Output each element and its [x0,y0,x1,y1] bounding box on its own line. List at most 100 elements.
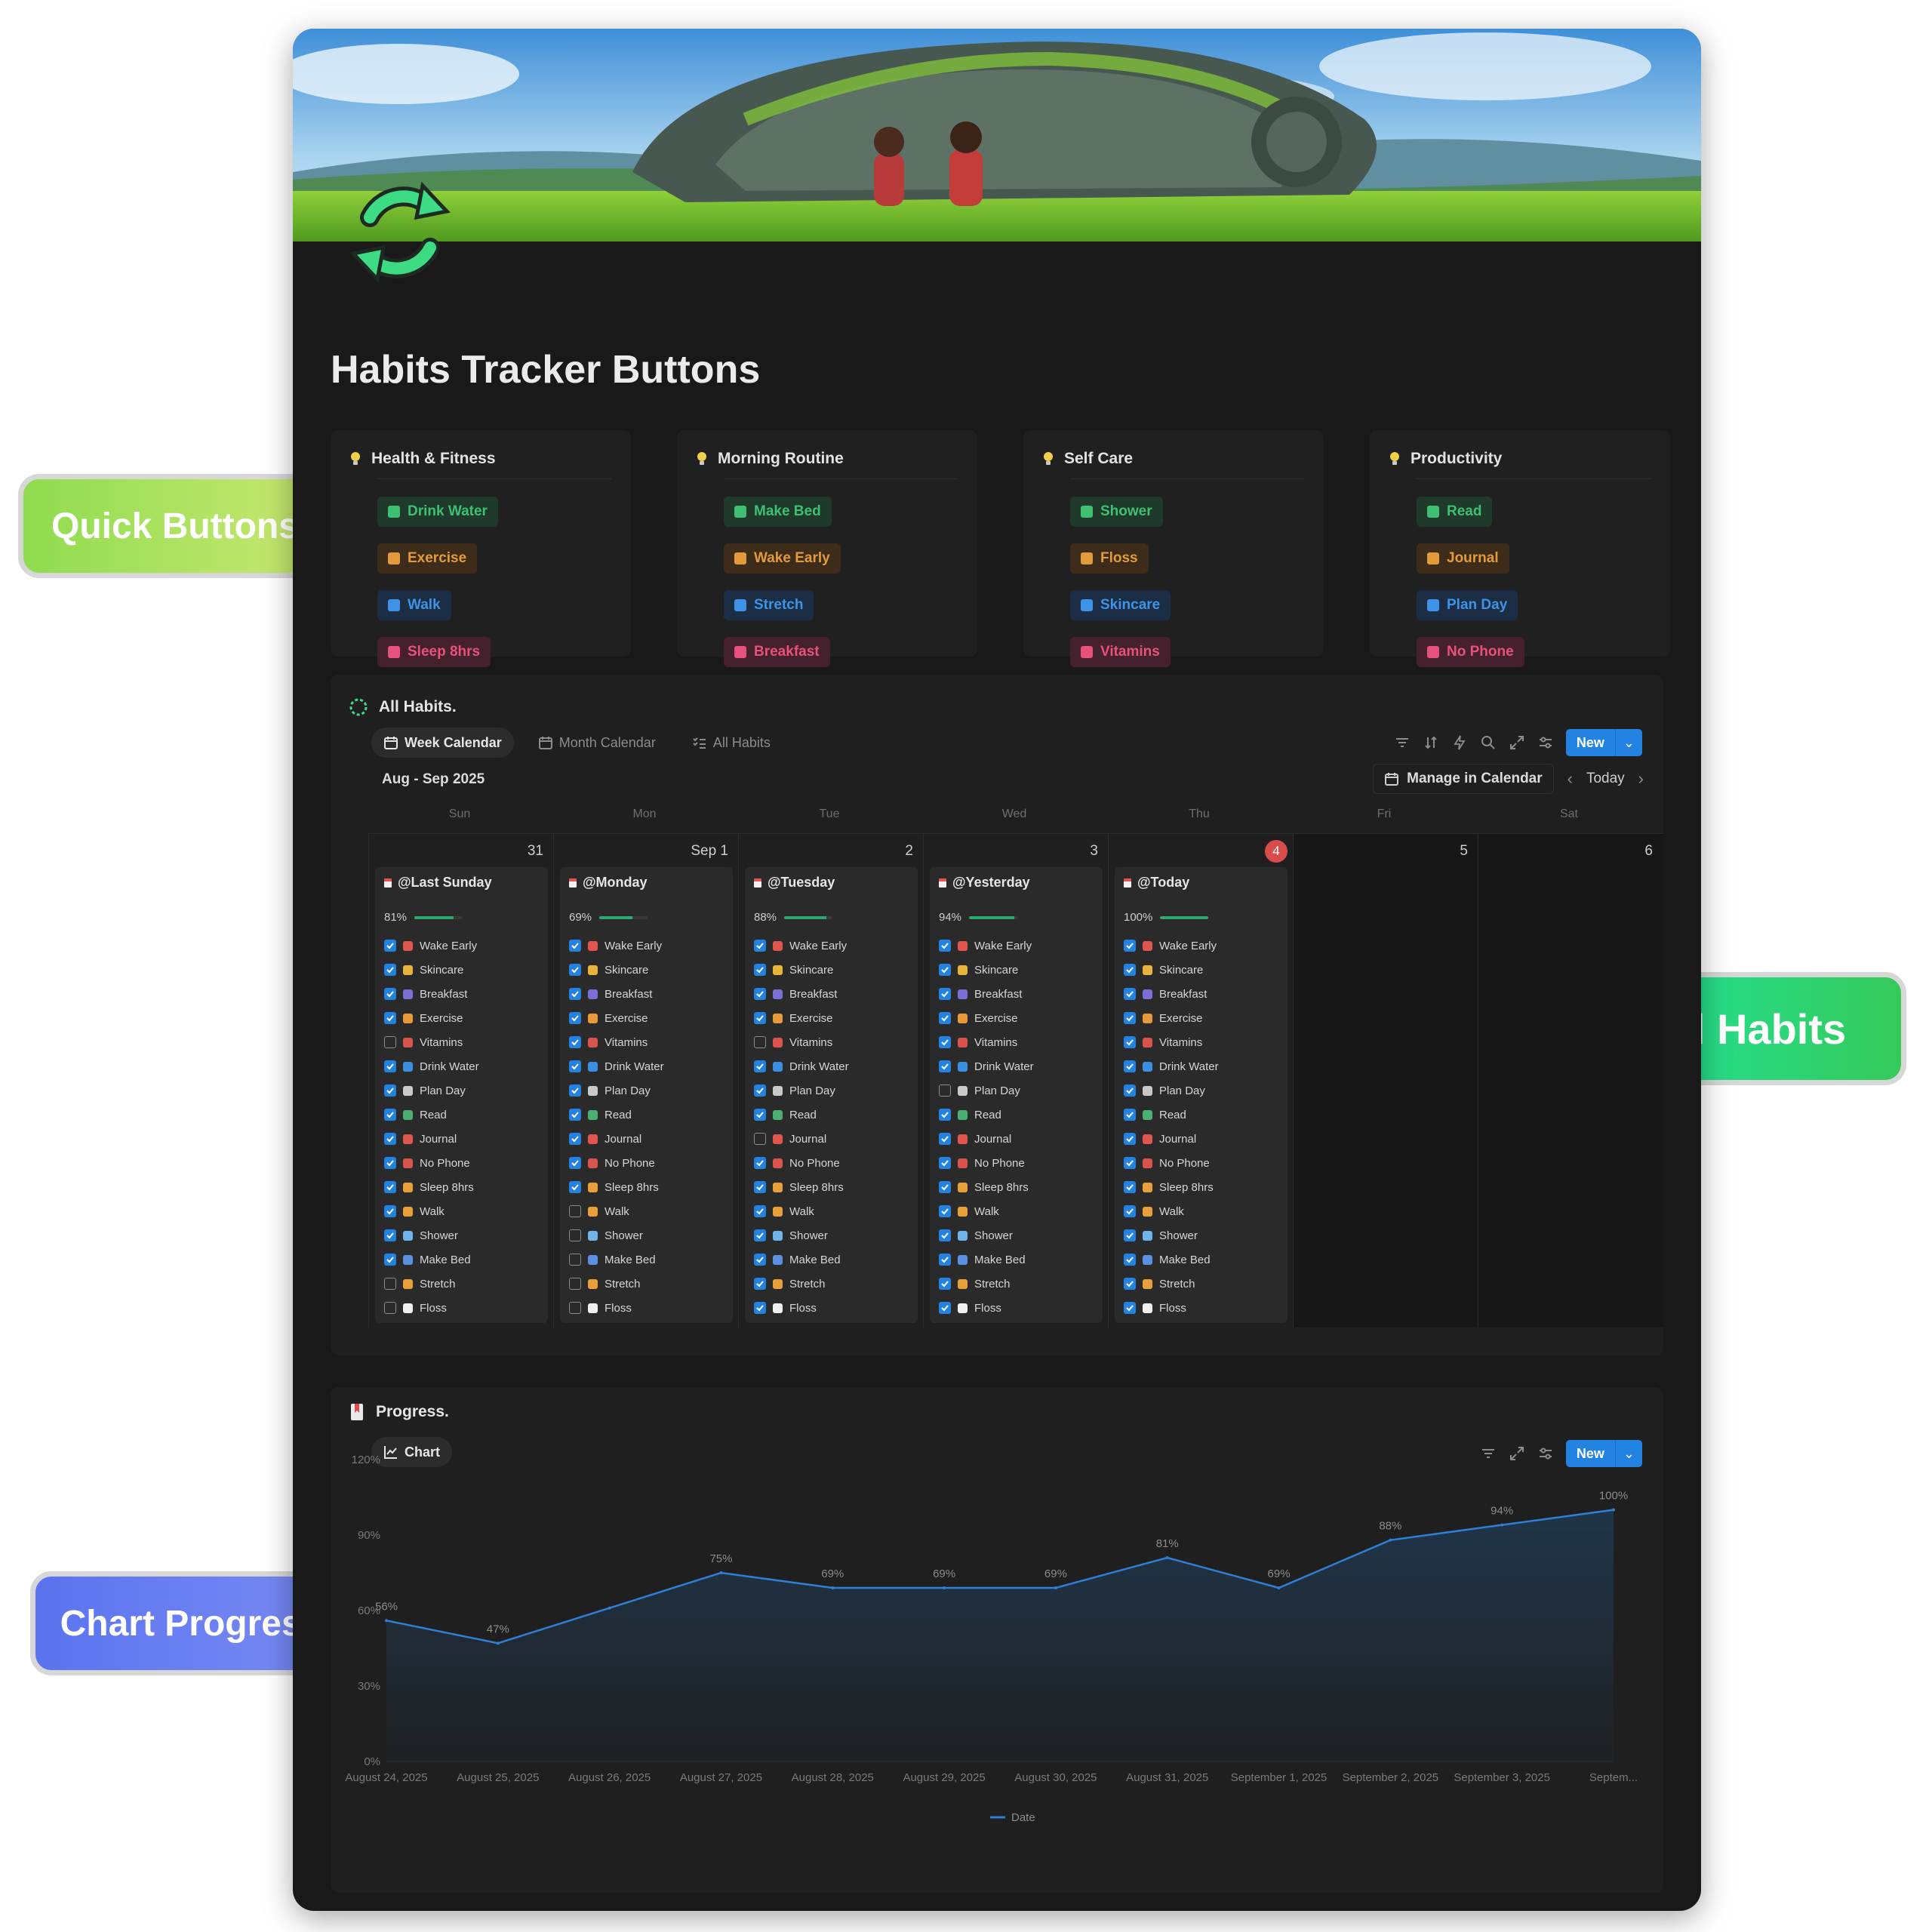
habit-checkbox[interactable] [384,988,396,1000]
daily-habit-card[interactable]: @Last Sunday 81% Wake Early Skincare Breakfa… [375,867,548,1323]
habit-checkbox[interactable] [754,1181,766,1193]
settings-sliders-icon[interactable] [1537,734,1554,751]
habit-checkbox[interactable] [569,1060,581,1072]
data-point[interactable] [496,1641,500,1645]
daily-habit-card[interactable]: @Yesterday 94% Wake Early Skincare Breakfast… [930,867,1103,1323]
habit-checkbox[interactable] [384,1133,396,1145]
habit-checkbox[interactable] [569,1302,581,1314]
habit-checkbox[interactable] [1124,1229,1136,1241]
habit-checkbox[interactable] [754,1302,766,1314]
data-point[interactable] [1165,1556,1169,1559]
new-habit-button[interactable]: New ⌄ [1565,729,1642,756]
habit-checkbox[interactable] [754,1060,766,1072]
habit-checkbox[interactable] [754,1109,766,1121]
habit-checkbox[interactable] [1124,1133,1136,1145]
quick-button-drink-water[interactable]: Drink Water [377,497,498,527]
habit-checkbox[interactable] [754,1012,766,1024]
habit-checkbox[interactable] [569,964,581,976]
habit-checkbox[interactable] [754,964,766,976]
quick-button-vitamins[interactable]: Vitamins [1070,637,1171,667]
habit-checkbox[interactable] [384,1254,396,1266]
habit-checkbox[interactable] [569,988,581,1000]
habit-checkbox[interactable] [1124,940,1136,952]
habit-checkbox[interactable] [569,1133,581,1145]
habit-checkbox[interactable] [939,1254,951,1266]
filter-icon[interactable] [1394,734,1411,751]
quick-button-floss[interactable]: Floss [1070,543,1149,574]
habit-checkbox[interactable] [384,1109,396,1121]
search-icon[interactable] [1480,734,1497,751]
quick-button-breakfast[interactable]: Breakfast [724,637,830,667]
habit-checkbox[interactable] [384,1278,396,1290]
habit-checkbox[interactable] [384,1060,396,1072]
data-point[interactable] [1277,1586,1281,1589]
automation-bolt-icon[interactable] [1451,734,1468,751]
quick-button-wake-early[interactable]: Wake Early [724,543,841,574]
habit-checkbox[interactable] [939,940,951,952]
data-point[interactable] [1054,1586,1057,1589]
habit-checkbox[interactable] [384,964,396,976]
data-point[interactable] [1612,1508,1615,1512]
habit-checkbox[interactable] [1124,1205,1136,1217]
habit-checkbox[interactable] [384,1205,396,1217]
habit-checkbox[interactable] [754,1133,766,1145]
habit-checkbox[interactable] [939,1157,951,1169]
habit-checkbox[interactable] [569,1278,581,1290]
tab-month-calendar[interactable]: Month Calendar [526,728,668,758]
habit-checkbox[interactable] [1124,1181,1136,1193]
habit-checkbox[interactable] [1124,1036,1136,1048]
habit-checkbox[interactable] [939,1302,951,1314]
quick-button-stretch[interactable]: Stretch [724,590,814,620]
habit-checkbox[interactable] [939,1012,951,1024]
habit-checkbox[interactable] [939,1036,951,1048]
calendar-day-cell[interactable]: Sep 1 @Monday 69% Wake Early Skincare Breakfa… [553,834,739,1327]
habit-checkbox[interactable] [754,1254,766,1266]
habit-checkbox[interactable] [569,1229,581,1241]
calendar-day-cell[interactable]: 6 [1478,834,1663,1327]
quick-button-sleep-8hrs[interactable]: Sleep 8hrs [377,637,491,667]
data-point[interactable] [1500,1523,1504,1527]
quick-button-read[interactable]: Read [1417,497,1493,527]
habit-checkbox[interactable] [754,1229,766,1241]
habit-checkbox[interactable] [1124,1254,1136,1266]
habit-checkbox[interactable] [1124,1060,1136,1072]
habit-checkbox[interactable] [569,1205,581,1217]
habit-checkbox[interactable] [384,1302,396,1314]
daily-habit-card[interactable]: @Monday 69% Wake Early Skincare Breakfast Exe… [560,867,733,1323]
habit-checkbox[interactable] [939,1084,951,1097]
habit-checkbox[interactable] [754,1036,766,1048]
data-point[interactable] [943,1586,946,1589]
habit-checkbox[interactable] [1124,1302,1136,1314]
habit-checkbox[interactable] [1124,1278,1136,1290]
habit-checkbox[interactable] [384,1036,396,1048]
habit-checkbox[interactable] [569,1157,581,1169]
sort-icon[interactable] [1423,734,1439,751]
daily-habit-card[interactable]: @Today 100% Wake Early Skincare Breakfast Exe… [1115,867,1287,1323]
quick-button-no-phone[interactable]: No Phone [1417,637,1524,667]
quick-button-skincare[interactable]: Skincare [1070,590,1171,620]
data-point[interactable] [608,1606,611,1610]
quick-button-walk[interactable]: Walk [377,590,451,620]
quick-button-make-bed[interactable]: Make Bed [724,497,832,527]
calendar-day-cell[interactable]: 2 @Tuesday 88% Wake Early Skincare Breakfast E… [738,834,924,1327]
habit-checkbox[interactable] [754,1157,766,1169]
habit-checkbox[interactable] [1124,988,1136,1000]
tab-all-habits[interactable]: All Habits [680,728,783,758]
data-point[interactable] [831,1586,835,1589]
habit-checkbox[interactable] [569,1254,581,1266]
data-point[interactable] [1389,1538,1392,1542]
habit-checkbox[interactable] [939,988,951,1000]
habit-checkbox[interactable] [384,940,396,952]
habit-checkbox[interactable] [384,1012,396,1024]
habit-checkbox[interactable] [569,1181,581,1193]
habit-checkbox[interactable] [569,1036,581,1048]
habit-checkbox[interactable] [754,1205,766,1217]
habit-checkbox[interactable] [384,1229,396,1241]
habit-checkbox[interactable] [384,1084,396,1097]
habit-checkbox[interactable] [754,1278,766,1290]
habit-checkbox[interactable] [569,1109,581,1121]
habit-checkbox[interactable] [569,1012,581,1024]
habit-checkbox[interactable] [1124,964,1136,976]
habit-checkbox[interactable] [1124,1084,1136,1097]
habit-checkbox[interactable] [1124,1012,1136,1024]
